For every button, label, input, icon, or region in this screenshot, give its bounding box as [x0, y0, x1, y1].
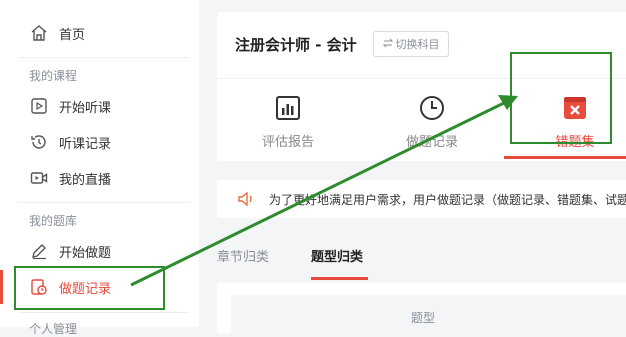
switch-subject-label: 切换科目	[395, 38, 440, 51]
active-indicator	[0, 270, 3, 304]
tab-practice-record[interactable]: 做题记录	[377, 92, 487, 158]
divider	[18, 202, 190, 203]
report-icon	[274, 94, 302, 122]
sidebar-item-label: 首页	[59, 27, 86, 43]
section-title-question-bank: 我的题库	[29, 214, 78, 228]
sidebar-item-label: 开始做题	[59, 245, 112, 261]
active-tab-underline	[504, 156, 626, 159]
notice-bar: 为了更好地满足用户需求，用户做题记录（做题记录、错题集、试题	[217, 180, 626, 218]
subtab-underline	[311, 277, 368, 280]
divider	[18, 312, 190, 313]
tab-label: 评估报告	[261, 135, 314, 150]
switch-subject-button[interactable]: 切换科目	[373, 31, 449, 57]
home-icon	[30, 24, 48, 42]
annotation-box-tab	[510, 52, 612, 144]
sidebar-item-listening-record[interactable]: 听课记录	[0, 125, 199, 159]
sidebar-item-start-practice[interactable]: 开始做题	[0, 234, 199, 268]
table-header: 题型	[231, 295, 626, 335]
section-title-courses: 我的课程	[29, 69, 78, 83]
notice-text: 为了更好地满足用户需求，用户做题记录（做题记录、错题集、试题	[269, 193, 626, 207]
live-camera-icon	[30, 169, 48, 187]
sidebar-item-my-live[interactable]: 我的直播	[0, 161, 199, 195]
sidebar-item-label: 开始听课	[59, 100, 112, 116]
annotation-box-sidebar	[14, 266, 165, 310]
tab-label: 做题记录	[405, 135, 458, 150]
divider	[18, 57, 190, 58]
history-icon	[30, 133, 48, 151]
clock-icon	[418, 94, 446, 122]
sidebar-item-home[interactable]: 首页	[0, 16, 199, 50]
section-title-personal: 个人管理	[29, 322, 78, 336]
table-header-type: 题型	[411, 311, 436, 325]
sidebar-item-label: 我的直播	[59, 172, 112, 188]
swap-icon	[382, 38, 393, 51]
play-icon	[30, 97, 48, 115]
sidebar-item-start-listening[interactable]: 开始听课	[0, 89, 199, 123]
sidebar-item-label: 听课记录	[59, 136, 112, 152]
subtab-chapter[interactable]: 章节归类	[217, 246, 269, 265]
speaker-icon	[237, 190, 255, 208]
subtab-type[interactable]: 题型归类	[311, 246, 363, 265]
question-table: 题型	[217, 283, 626, 335]
course-title: 注册会计师 - 会计	[235, 36, 357, 54]
pencil-icon	[30, 242, 48, 260]
tab-report[interactable]: 评估报告	[233, 92, 343, 158]
